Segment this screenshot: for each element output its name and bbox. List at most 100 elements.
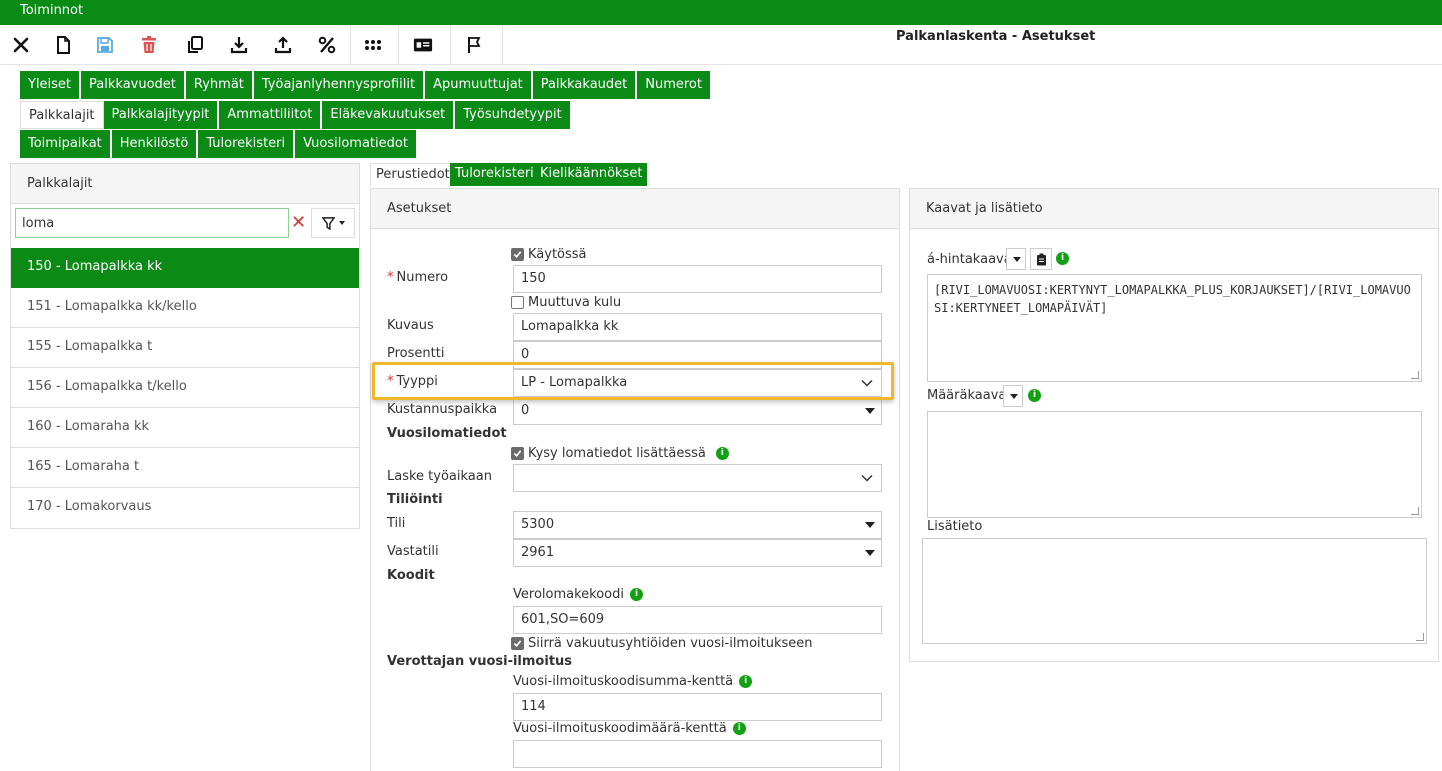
tab-ammattiliitot[interactable]: Ammattiliitot	[219, 101, 323, 129]
kustannuspaikka-value: 0	[521, 403, 530, 418]
tab-apumuuttujat[interactable]: Apumuuttujat	[425, 71, 533, 99]
list-item[interactable]: 170 - Lomakorvaus	[11, 488, 359, 528]
checkbox-checked-icon	[511, 637, 524, 650]
hintakaava-value: [RIVI_LOMAVUOSI:KERTYNYT_LOMAPALKKA_PLUS…	[934, 283, 1411, 315]
maara-kentta-field[interactable]	[513, 740, 882, 768]
delete-button[interactable]	[128, 25, 170, 65]
kaytossa-checkbox[interactable]: Käytössä	[511, 247, 587, 262]
maarakaava-textarea[interactable]	[927, 411, 1422, 518]
numero-field[interactable]: 150	[513, 265, 882, 293]
hintakaava-dropdown[interactable]	[1006, 248, 1026, 270]
filter-dropdown-button[interactable]	[311, 208, 355, 238]
percent-button[interactable]	[306, 25, 348, 65]
save-button[interactable]	[84, 25, 126, 65]
tab-palkkakaudet[interactable]: Palkkakaudet	[532, 71, 638, 99]
tab-tyoajanlyhennysprofiilit[interactable]: Työajanlyhennysprofiilit	[253, 71, 426, 99]
required-marker: *	[387, 270, 394, 285]
save-icon	[97, 37, 113, 53]
settings-tab-row-2: Palkkalajit Palkkalajityypit Ammattiliit…	[20, 101, 572, 129]
tab-yleiset[interactable]: Yleiset	[20, 71, 82, 99]
tab-elakevakuutukset[interactable]: Eläkevakuutukset	[322, 101, 456, 129]
kysy-lomatiedot-label: Kysy lomatiedot lisättäessä	[528, 446, 706, 461]
copy-button[interactable]	[174, 25, 216, 65]
kysy-lomatiedot-checkbox[interactable]: Kysy lomatiedot lisättäessä i	[511, 446, 729, 461]
tab-perustiedot[interactable]: Perustiedot	[370, 163, 456, 186]
palkkalaji-list: 150 - Lomapalkka kk 151 - Lomapalkka kk/…	[11, 248, 359, 528]
kustannuspaikka-select[interactable]: 0	[513, 397, 882, 425]
close-icon	[13, 37, 29, 53]
delete-icon	[142, 36, 156, 53]
laske-tyoaikaan-select[interactable]	[513, 464, 882, 492]
info-icon[interactable]: i	[739, 675, 753, 688]
tab-ryhmat[interactable]: Ryhmät	[185, 71, 254, 99]
lisatieto-textarea[interactable]	[922, 538, 1427, 644]
download-button[interactable]	[218, 25, 260, 65]
clipboard-button[interactable]	[1030, 248, 1052, 270]
tab-palkkalajityypit[interactable]: Palkkalajityypit	[103, 101, 220, 129]
tab-palkkalajit[interactable]: Palkkalajit	[20, 101, 104, 129]
info-icon[interactable]: i	[715, 447, 729, 460]
info-icon[interactable]: i	[1056, 252, 1069, 265]
list-item[interactable]: 150 - Lomapalkka kk	[11, 248, 359, 288]
resize-grip-icon[interactable]	[1416, 633, 1424, 641]
list-item[interactable]: 151 - Lomapalkka kk/kello	[11, 288, 359, 328]
toiminnot-menu[interactable]: Toiminnot	[20, 3, 83, 18]
upload-button[interactable]	[262, 25, 304, 65]
page-title: Palkanlaskenta - Asetukset	[896, 29, 1096, 44]
tab-henkilosto[interactable]: Henkilöstö	[111, 130, 199, 158]
percent-icon	[318, 36, 336, 54]
tab-numerot[interactable]: Numerot	[637, 71, 712, 99]
summa-kentta-label: Vuosi-ilmoituskoodisumma-kenttä i	[513, 674, 753, 689]
tab-toimipaikat[interactable]: Toimipaikat	[20, 130, 112, 158]
list-item[interactable]: 160 - Lomaraha kk	[11, 408, 359, 448]
tab-tulorekisteri[interactable]: Tulorekisteri	[198, 130, 296, 158]
resize-grip-icon[interactable]	[1411, 371, 1419, 379]
vuosilomatiedot-heading: Vuosilomatiedot	[387, 426, 507, 441]
checkbox-unchecked-icon	[511, 296, 524, 309]
koodit-heading: Koodit	[387, 568, 435, 583]
tili-select[interactable]: 5300	[513, 511, 882, 539]
checkbox-checked-icon	[511, 447, 524, 460]
clear-search-icon[interactable]: ✕	[291, 214, 306, 232]
toolbar-separator	[450, 25, 451, 65]
tiliointi-heading: Tiliöinti	[387, 492, 443, 507]
verolomakekoodi-field[interactable]: 601,SO=609	[513, 606, 882, 634]
hintakaava-label: á-hintakaava	[927, 252, 1012, 267]
vastatili-select[interactable]: 2961	[513, 539, 882, 567]
settings-tab-row-1: Yleiset Palkkavuodet Ryhmät Työajanlyhen…	[20, 71, 712, 99]
tab-kielikaannokset[interactable]: Kielikäännökset	[535, 163, 648, 186]
tab-vuosilomatiedot[interactable]: Vuosilomatiedot	[295, 130, 418, 158]
list-item[interactable]: 155 - Lomapalkka t	[11, 328, 359, 368]
kuvaus-field[interactable]: Lomapalkka kk	[513, 313, 882, 341]
id-card-button[interactable]	[402, 25, 444, 65]
hintakaava-textarea[interactable]: [RIVI_LOMAVUOSI:KERTYNYT_LOMAPALKKA_PLUS…	[927, 274, 1422, 382]
lisatieto-label: Lisätieto	[927, 519, 983, 534]
maarakaava-dropdown[interactable]	[1003, 385, 1023, 407]
new-document-button[interactable]	[42, 25, 84, 65]
close-button[interactable]	[0, 25, 42, 65]
resize-grip-icon[interactable]	[1411, 507, 1419, 515]
verolomakekoodi-label: Verolomakekoodi i	[513, 587, 643, 602]
palkkalajit-panel-title: Palkkalajit	[11, 164, 359, 204]
tab-palkkavuodet[interactable]: Palkkavuodet	[81, 71, 186, 99]
list-item[interactable]: 156 - Lomapalkka t/kello	[11, 368, 359, 408]
tab-tyosuhdetyypit[interactable]: Työsuhdetyypit	[455, 101, 572, 129]
search-input[interactable]	[16, 209, 288, 237]
info-icon[interactable]: i	[630, 588, 643, 601]
apps-button[interactable]	[352, 25, 394, 65]
tab-form-tulorekisteri[interactable]: Tulorekisteri	[450, 163, 539, 186]
list-item[interactable]: 165 - Lomaraha t	[11, 448, 359, 488]
id-card-icon	[413, 38, 433, 52]
summa-kentta-field[interactable]: 114	[513, 693, 882, 721]
flag-button[interactable]	[454, 25, 496, 65]
kustannuspaikka-label: Kustannuspaikka	[387, 402, 498, 417]
caret-down-icon	[865, 522, 875, 528]
siirra-vakuutusyhtiot-checkbox[interactable]: Siirrä vakuutusyhtiöiden vuosi-ilmoituks…	[511, 636, 813, 651]
search-box	[15, 208, 289, 238]
caret-down-icon	[1010, 394, 1018, 399]
upload-icon	[274, 36, 292, 54]
toolbar-separator	[398, 25, 399, 65]
info-icon[interactable]: i	[1028, 389, 1041, 402]
info-icon[interactable]: i	[732, 722, 746, 735]
muuttuva-kulu-checkbox[interactable]: Muuttuva kulu	[511, 295, 621, 310]
